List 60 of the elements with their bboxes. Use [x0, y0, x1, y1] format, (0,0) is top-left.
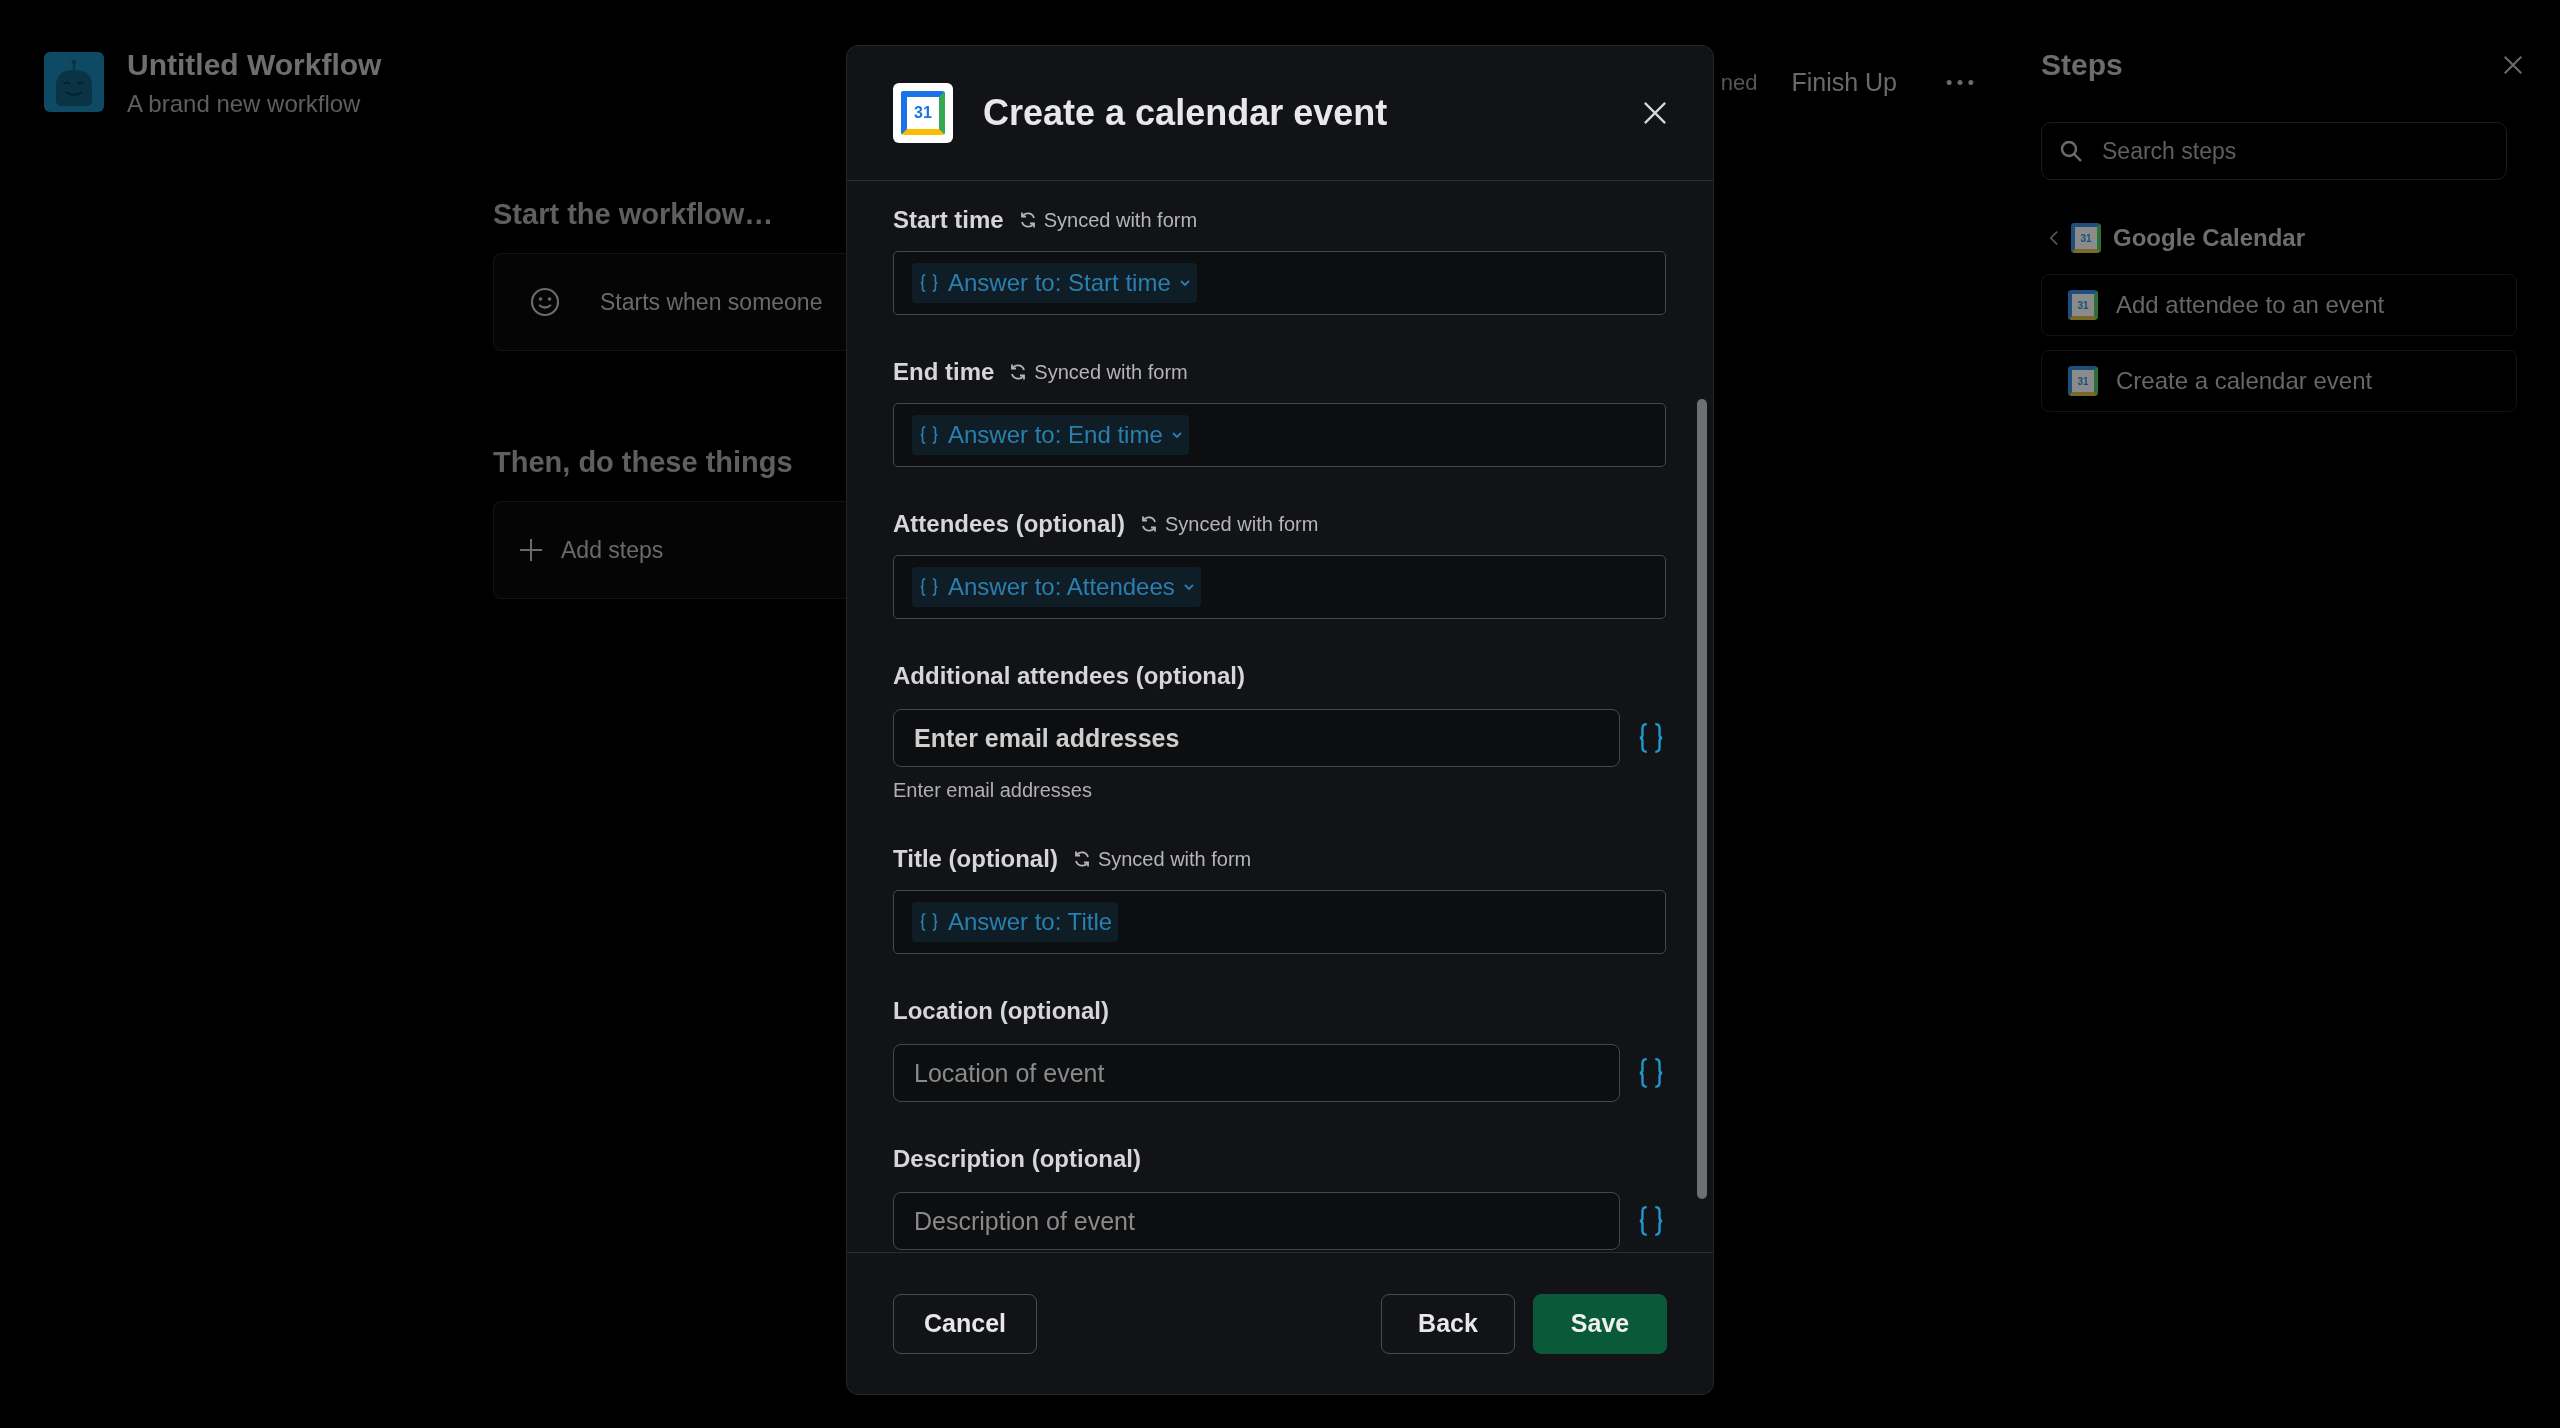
smiley-icon [530, 287, 560, 317]
more-icon[interactable] [1945, 78, 1975, 87]
braces-icon [918, 424, 940, 446]
panel-title: Steps [2041, 48, 2123, 82]
field-label: Start time [893, 206, 1004, 234]
dialog-button[interactable]: Back [1381, 1293, 1515, 1354]
text-input[interactable]: Location of event [893, 1044, 1620, 1102]
insert-variable-icon[interactable] [1638, 1057, 1664, 1089]
step-item[interactable]: 31 Create a calendar event [2041, 350, 2517, 412]
workflow-title: Untitled Workflow [127, 48, 382, 82]
field-label: Location (optional) [893, 997, 1109, 1025]
dialog-button[interactable]: Cancel [893, 1293, 1037, 1354]
variable-chip[interactable]: Answer to: Start time [912, 263, 1197, 303]
braces-icon [918, 576, 940, 598]
sync-note: Synced with form [1097, 847, 1252, 871]
section-heading: Then, do these things [493, 446, 793, 479]
calendar-icon: 31 [2068, 366, 2098, 396]
toolbar-tab[interactable]: ned [1720, 69, 1758, 96]
sync-note: Synced with form [1165, 512, 1319, 536]
save-button[interactable]: Save [1533, 1293, 1667, 1354]
sync-note: Synced with form [1034, 360, 1188, 384]
caret-icon [1182, 583, 1195, 591]
calendar-icon: 31 [2071, 223, 2101, 253]
variable-chip[interactable]: Answer to: End time [912, 415, 1189, 455]
text-input[interactable]: Description of event [893, 1192, 1620, 1250]
workflow-subtitle: A brand new workflow [127, 90, 362, 118]
search-field[interactable]: Search steps [2041, 122, 2507, 180]
section-heading: Start the workflow… [493, 198, 774, 231]
variable-field[interactable]: Answer to: End time [893, 403, 1666, 467]
sync-icon [1139, 514, 1159, 534]
robot-logo-icon [44, 52, 104, 112]
braces-icon [918, 272, 940, 294]
toolbar-tab[interactable]: Finish Up [1791, 68, 1897, 97]
field-hint: Enter email addresses [893, 779, 1093, 802]
field-label: End time [893, 358, 995, 386]
variable-field[interactable]: Answer to: Title [893, 890, 1666, 954]
field-label: Additional attendees (optional) [893, 662, 1245, 690]
field-label: Description (optional) [893, 1145, 1141, 1173]
variable-chip[interactable]: Answer to: Attendees [912, 567, 1201, 607]
text-input[interactable]: Enter email addresses [893, 709, 1620, 767]
field-label: Title (optional) [893, 845, 1058, 873]
scrollbar[interactable] [1697, 399, 1707, 1199]
field-label: Attendees (optional) [893, 510, 1125, 538]
variable-field[interactable]: Answer to: Attendees [893, 555, 1666, 619]
caret-icon [1178, 279, 1191, 287]
variable-chip[interactable]: Answer to: Title [912, 902, 1119, 942]
calendar-icon: 31 [2068, 290, 2098, 320]
insert-variable-icon[interactable] [1638, 1205, 1664, 1237]
step-item[interactable]: 31 Add attendee to an event [2041, 274, 2517, 336]
calendar-icon: 31 [893, 83, 953, 143]
braces-icon [918, 911, 940, 933]
plus-icon [519, 538, 543, 562]
back-chevron-icon[interactable] [2049, 230, 2059, 246]
dialog-title: Create a calendar event [983, 92, 1389, 134]
search-icon [2059, 139, 2083, 163]
group-title: Google Calendar [2113, 224, 2306, 252]
sync-note: Synced with form [1043, 208, 1198, 232]
caret-icon [1170, 431, 1183, 439]
variable-field[interactable]: Answer to: Start time [893, 251, 1666, 315]
insert-variable-icon[interactable] [1638, 722, 1664, 754]
